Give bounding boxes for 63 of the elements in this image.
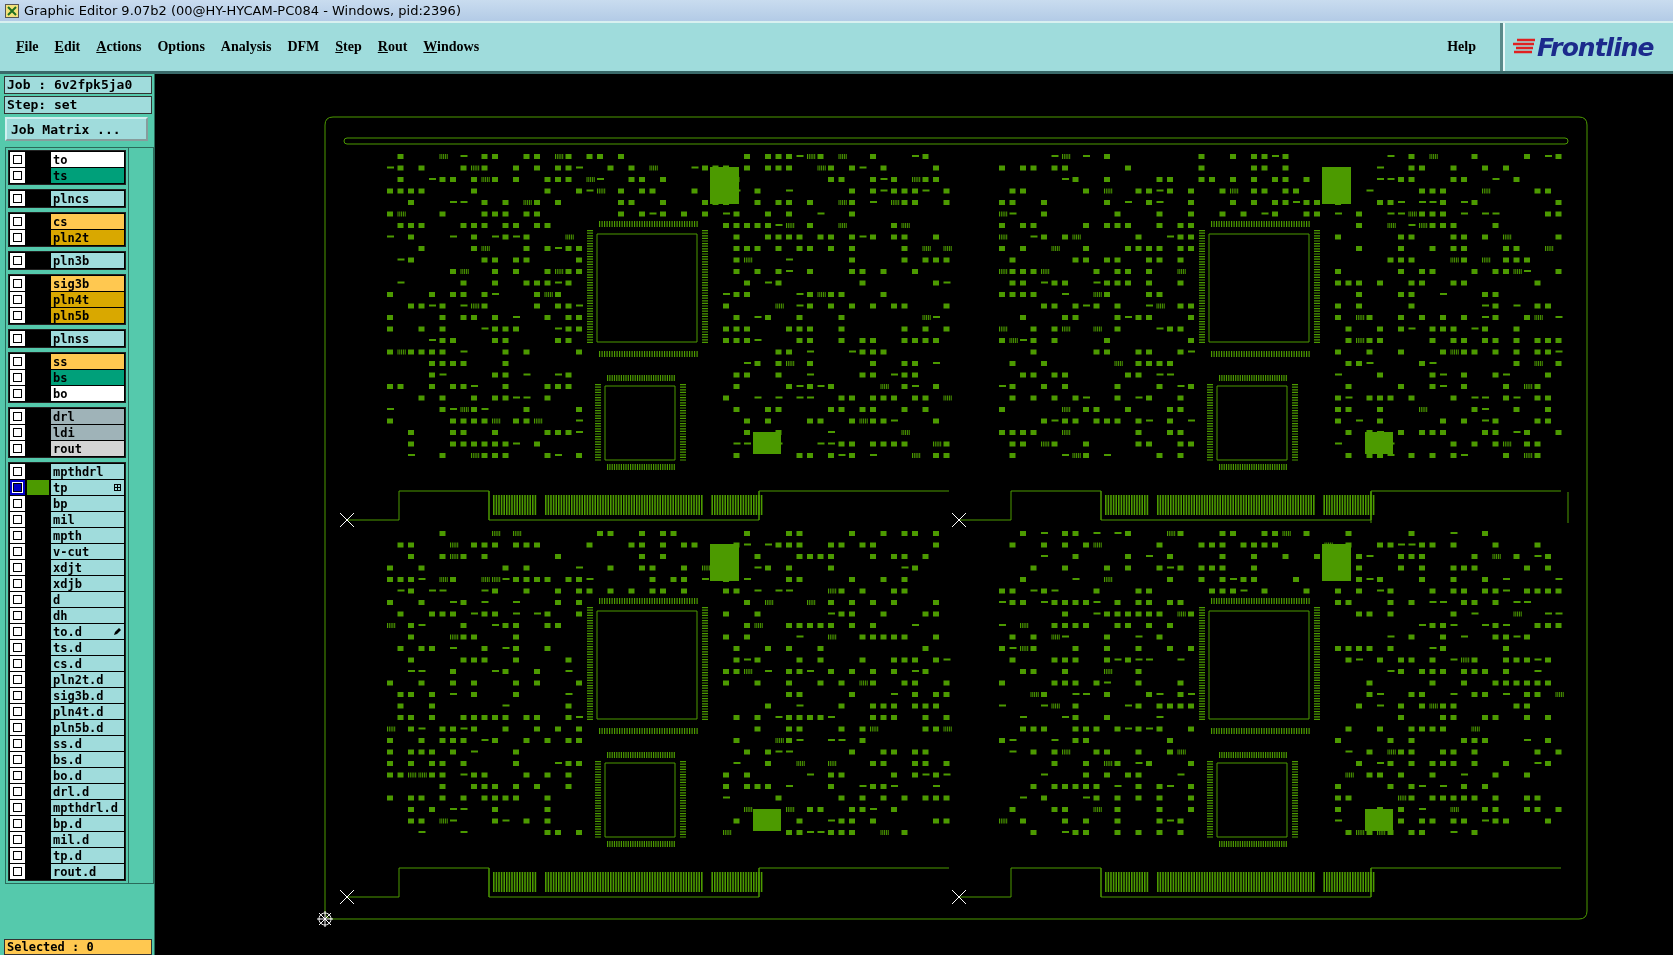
layer-name[interactable]: pln4t.d [51, 704, 124, 719]
menu-item[interactable]: Options [149, 39, 213, 55]
layer-name[interactable]: sig3b.d [51, 688, 124, 703]
layer-name[interactable]: plnss [51, 331, 124, 346]
menu-item[interactable]: DFM [279, 39, 328, 55]
layer-name[interactable]: mpthdrl [51, 464, 124, 479]
layer-name[interactable]: pln3b [51, 253, 124, 268]
layer-name[interactable]: dh [51, 608, 124, 623]
layer-name[interactable]: tp [51, 480, 124, 495]
layer-name[interactable]: v-cut [51, 544, 124, 559]
menu-item[interactable]: Actions [88, 39, 150, 55]
layer-name[interactable]: pln4t [51, 292, 124, 307]
layer-name[interactable]: cs.d [51, 656, 124, 671]
layer-name[interactable]: cs [51, 214, 124, 229]
menu-item[interactable]: Rout [369, 39, 416, 55]
layer-name[interactable]: mpthdrl.d [51, 800, 124, 815]
layer-name[interactable]: ts.d [51, 640, 124, 655]
layer-name[interactable]: ts [51, 168, 124, 183]
layer-name[interactable]: ss.d [51, 736, 124, 751]
layer-name[interactable]: ldi [51, 425, 124, 440]
pen-icon [113, 627, 121, 636]
layer-name[interactable]: pln5b.d [51, 720, 124, 735]
layer-name[interactable]: mil [51, 512, 124, 527]
step-label: Step: set [4, 96, 152, 114]
layer-name[interactable]: rout [51, 441, 124, 456]
layer-name[interactable]: bs [51, 370, 124, 385]
layer-name[interactable]: mpth [51, 528, 124, 543]
help-menu[interactable]: Help [1439, 39, 1484, 55]
status-label: Selected : 0 [4, 939, 152, 955]
layer-name[interactable]: bo [51, 386, 124, 401]
menu-item[interactable]: File [8, 39, 47, 55]
app-icon [5, 3, 19, 18]
layer-name[interactable]: xdjb [51, 576, 124, 591]
layer-name[interactable]: plncs [51, 191, 124, 206]
window-title: Graphic Editor 9.07b2 (00@HY-HYCAM-PC084 - Windows, pid:2396) [24, 3, 461, 18]
layer-name[interactable]: rout.d [51, 864, 124, 879]
layer-name[interactable]: to [51, 152, 124, 167]
layer-name[interactable]: sig3b [51, 276, 124, 291]
layer-name[interactable]: drl [51, 409, 124, 424]
layer-name[interactable]: d [51, 592, 124, 607]
menu-item[interactable]: Edit [46, 39, 89, 55]
menu-item[interactable]: Analysis [212, 39, 280, 55]
layer-name[interactable]: xdjt [51, 560, 124, 575]
layer-display-swatch[interactable] [27, 480, 49, 495]
layer-name[interactable]: bp [51, 496, 124, 511]
logo: Frontline [1503, 23, 1673, 71]
layer-name[interactable]: to.d [51, 624, 124, 639]
layer-name[interactable]: pln2t [51, 230, 124, 245]
menu-item[interactable]: Step [327, 39, 370, 55]
layer-name[interactable]: bs.d [51, 752, 124, 767]
layer-name[interactable]: tp.d [51, 848, 124, 863]
layer-name[interactable]: bp.d [51, 816, 124, 831]
menu-item[interactable]: Windows [415, 39, 488, 55]
grid-icon [114, 484, 121, 491]
layer-name[interactable]: pln5b [51, 308, 124, 323]
layer-name[interactable]: ss [51, 354, 124, 369]
layer-name[interactable]: pln2t.d [51, 672, 124, 687]
job-matrix-button[interactable]: Job Matrix ... [5, 117, 148, 141]
layer-name[interactable]: bo.d [51, 768, 124, 783]
layer-name[interactable]: mil.d [51, 832, 124, 847]
layer-checkbox[interactable] [10, 480, 25, 495]
job-label: Job : 6v2fpk5ja0 [4, 76, 152, 94]
layer-name[interactable]: drl.d [51, 784, 124, 799]
